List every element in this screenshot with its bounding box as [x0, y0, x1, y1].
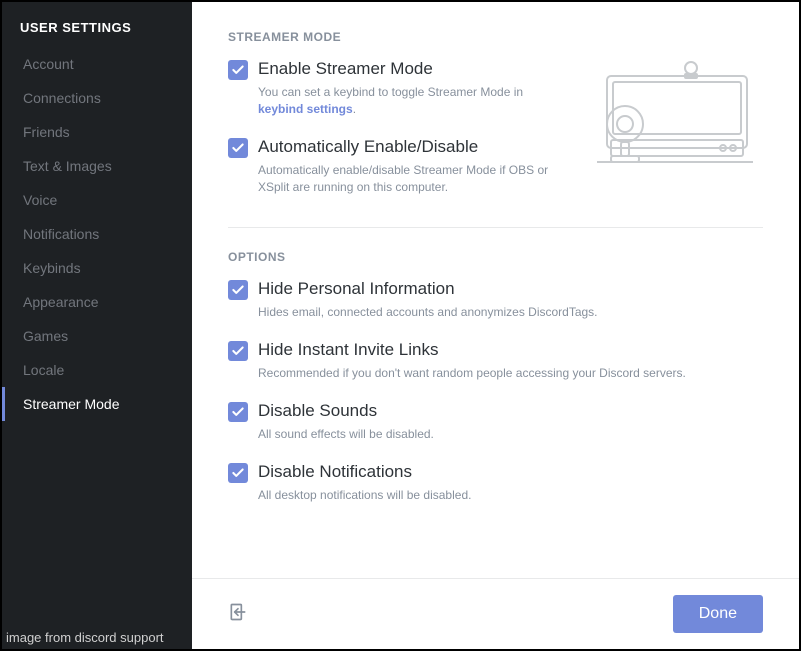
sidebar-item-label: Keybinds	[23, 260, 81, 276]
option-body: Hide Instant Invite Links Recommended if…	[258, 339, 763, 382]
sidebar-item-streamer-mode[interactable]: Streamer Mode	[2, 387, 192, 421]
option-body: Disable Sounds All sound effects will be…	[258, 400, 763, 443]
checkbox-hide-personal[interactable]	[228, 280, 248, 300]
option-hide-invite: Hide Instant Invite Links Recommended if…	[228, 339, 763, 382]
sidebar-item-account[interactable]: Account	[2, 47, 192, 81]
main-panel: STREAMER MODE Enable Streamer Mode You c…	[192, 2, 799, 649]
sidebar-item-label: Appearance	[23, 294, 99, 310]
option-disable-sounds: Disable Sounds All sound effects will be…	[228, 400, 763, 443]
option-body: Disable Notifications All desktop notifi…	[258, 461, 763, 504]
option-desc: Automatically enable/disable Streamer Mo…	[258, 162, 569, 196]
sidebar-item-label: Text & Images	[23, 158, 112, 174]
sidebar-item-friends[interactable]: Friends	[2, 115, 192, 149]
logout-icon[interactable]	[228, 602, 248, 627]
sidebar-item-label: Voice	[23, 192, 57, 208]
desc-suffix: .	[353, 102, 356, 116]
content-scroll: STREAMER MODE Enable Streamer Mode You c…	[192, 2, 799, 578]
option-hide-personal: Hide Personal Information Hides email, c…	[228, 278, 763, 321]
option-title: Hide Instant Invite Links	[258, 339, 763, 361]
image-caption: image from discord support	[6, 630, 164, 645]
sidebar-item-label: Streamer Mode	[23, 396, 119, 412]
sidebar: USER SETTINGS Account Connections Friend…	[2, 2, 192, 649]
streamer-illustration	[577, 58, 763, 168]
keybind-settings-link[interactable]: keybind settings	[258, 102, 353, 116]
settings-window: USER SETTINGS Account Connections Friend…	[0, 0, 801, 651]
section-header-options: OPTIONS	[228, 250, 763, 264]
sidebar-item-label: Games	[23, 328, 68, 344]
sidebar-item-appearance[interactable]: Appearance	[2, 285, 192, 319]
checkbox-enable-streamer[interactable]	[228, 60, 248, 80]
sidebar-item-voice[interactable]: Voice	[2, 183, 192, 217]
section-streamer-mode: STREAMER MODE Enable Streamer Mode You c…	[228, 30, 763, 213]
streamer-row: Enable Streamer Mode You can set a keybi…	[228, 58, 763, 213]
sidebar-item-label: Notifications	[23, 226, 99, 242]
option-title: Enable Streamer Mode	[258, 58, 569, 80]
option-body: Automatically Enable/Disable Automatical…	[258, 136, 569, 196]
option-title: Disable Sounds	[258, 400, 763, 422]
checkbox-disable-notifications[interactable]	[228, 463, 248, 483]
check-icon	[231, 63, 245, 77]
option-body: Enable Streamer Mode You can set a keybi…	[258, 58, 569, 118]
sidebar-item-label: Account	[23, 56, 74, 72]
sidebar-item-locale[interactable]: Locale	[2, 353, 192, 387]
check-icon	[231, 466, 245, 480]
checkbox-auto-enable[interactable]	[228, 138, 248, 158]
sidebar-item-connections[interactable]: Connections	[2, 81, 192, 115]
sidebar-item-notifications[interactable]: Notifications	[2, 217, 192, 251]
checkbox-disable-sounds[interactable]	[228, 402, 248, 422]
option-desc: All desktop notifications will be disabl…	[258, 487, 763, 504]
check-icon	[231, 405, 245, 419]
footer-bar: Done	[192, 578, 799, 649]
option-desc: Recommended if you don't want random peo…	[258, 365, 763, 382]
check-icon	[231, 141, 245, 155]
section-header-streamer: STREAMER MODE	[228, 30, 763, 44]
checkbox-hide-invite[interactable]	[228, 341, 248, 361]
option-auto-enable: Automatically Enable/Disable Automatical…	[228, 136, 569, 196]
option-desc: All sound effects will be disabled.	[258, 426, 763, 443]
option-enable-streamer: Enable Streamer Mode You can set a keybi…	[228, 58, 569, 118]
sidebar-item-games[interactable]: Games	[2, 319, 192, 353]
option-title: Automatically Enable/Disable	[258, 136, 569, 158]
sidebar-item-label: Friends	[23, 124, 70, 140]
sidebar-item-keybinds[interactable]: Keybinds	[2, 251, 192, 285]
streamer-options-column: Enable Streamer Mode You can set a keybi…	[228, 58, 577, 213]
sidebar-title: USER SETTINGS	[2, 20, 192, 47]
section-divider	[228, 227, 763, 228]
desc-prefix: You can set a keybind to toggle Streamer…	[258, 85, 523, 99]
check-icon	[231, 283, 245, 297]
sidebar-item-label: Connections	[23, 90, 101, 106]
sidebar-item-label: Locale	[23, 362, 64, 378]
sidebar-item-text-images[interactable]: Text & Images	[2, 149, 192, 183]
option-desc: You can set a keybind to toggle Streamer…	[258, 84, 569, 118]
option-title: Disable Notifications	[258, 461, 763, 483]
option-disable-notifications: Disable Notifications All desktop notifi…	[228, 461, 763, 504]
option-body: Hide Personal Information Hides email, c…	[258, 278, 763, 321]
section-options: OPTIONS Hide Personal Information Hides …	[228, 250, 763, 504]
option-desc: Hides email, connected accounts and anon…	[258, 304, 763, 321]
check-icon	[231, 344, 245, 358]
done-button[interactable]: Done	[673, 595, 763, 633]
option-title: Hide Personal Information	[258, 278, 763, 300]
